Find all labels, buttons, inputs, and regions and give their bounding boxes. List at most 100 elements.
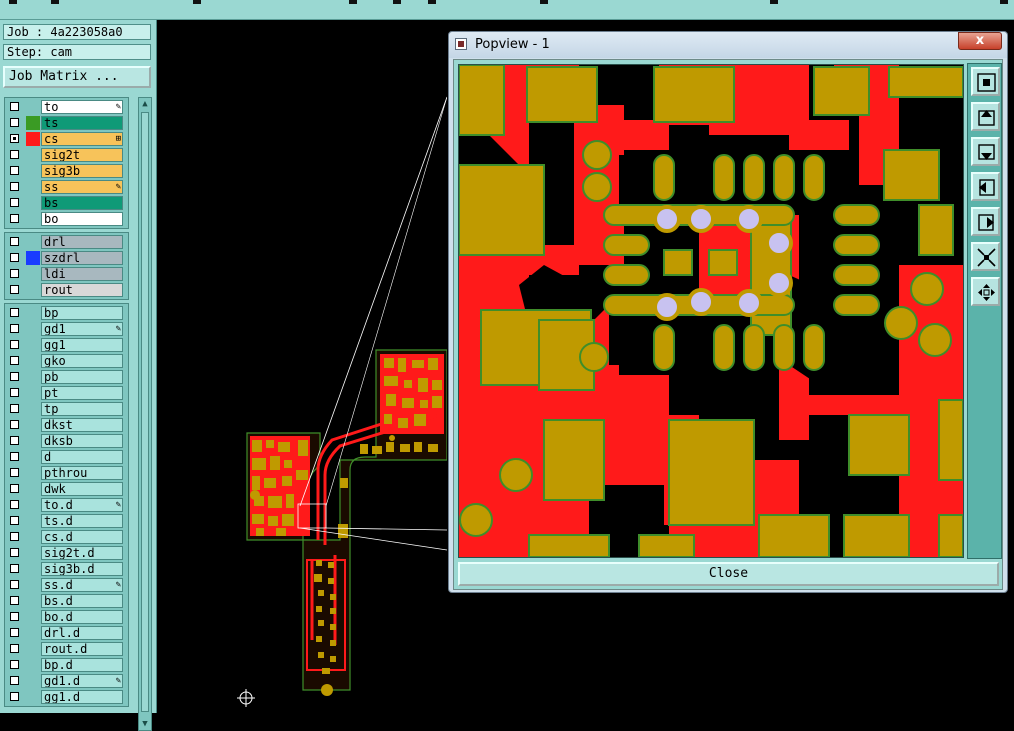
layer-name[interactable]: bp (41, 306, 123, 320)
layer-row[interactable]: to ✎ (5, 99, 128, 115)
layer-visibility-checkbox[interactable] (10, 596, 19, 605)
layer-name[interactable]: ldi (41, 267, 123, 281)
layer-visibility-checkbox[interactable] (10, 166, 19, 175)
layer-name[interactable]: dksb (41, 434, 123, 448)
layer-row[interactable]: bp (5, 305, 128, 321)
layer-row[interactable]: bs (5, 195, 128, 211)
layer-name[interactable]: gd1.d ✎ (41, 674, 123, 688)
pcb-zoomed-canvas[interactable] (459, 65, 963, 557)
layer-visibility-checkbox[interactable] (10, 612, 19, 621)
layer-row[interactable]: to.d ✎ (5, 497, 128, 513)
layer-name[interactable]: cs ⊞ (41, 132, 123, 146)
layer-visibility-checkbox[interactable] (10, 548, 19, 557)
layer-row[interactable]: sig3b (5, 163, 128, 179)
layer-name[interactable]: ts.d (41, 514, 123, 528)
layer-row[interactable]: pthrou (5, 465, 128, 481)
layer-visibility-checkbox[interactable] (10, 150, 19, 159)
window-close-button[interactable]: x (958, 32, 1002, 50)
layer-row[interactable]: ldi (5, 266, 128, 282)
layer-visibility-checkbox[interactable] (10, 253, 19, 262)
layer-name[interactable]: bs.d (41, 594, 123, 608)
layer-row[interactable]: rout (5, 282, 128, 298)
layer-name[interactable]: ss.d ✎ (41, 578, 123, 592)
layer-row[interactable]: drl (5, 234, 128, 250)
layer-row[interactable]: cs.d (5, 529, 128, 545)
layer-row[interactable]: pt (5, 385, 128, 401)
layer-visibility-checkbox[interactable] (10, 198, 19, 207)
layer-name[interactable]: gko (41, 354, 123, 368)
pan-down-button[interactable] (971, 137, 1000, 166)
layer-visibility-checkbox[interactable] (10, 118, 19, 127)
layer-row[interactable]: ss ✎ (5, 179, 128, 195)
layer-visibility-checkbox[interactable] (10, 500, 19, 509)
layer-visibility-checkbox[interactable] (10, 269, 19, 278)
layer-row[interactable]: dksb (5, 433, 128, 449)
layer-visibility-checkbox[interactable] (10, 580, 19, 589)
layer-row[interactable]: sig2t.d (5, 545, 128, 561)
layer-row[interactable]: ss.d ✎ (5, 577, 128, 593)
layer-row[interactable]: dkst (5, 417, 128, 433)
layer-name[interactable]: szdrl (41, 251, 123, 265)
layer-row[interactable]: sig2t (5, 147, 128, 163)
layer-name[interactable]: ts (41, 116, 123, 130)
layer-name[interactable]: gd1 ✎ (41, 322, 123, 336)
layer-visibility-checkbox[interactable] (10, 285, 19, 294)
layer-row[interactable]: drl.d (5, 625, 128, 641)
layer-name[interactable]: bo.d (41, 610, 123, 624)
layer-visibility-checkbox[interactable] (10, 660, 19, 669)
popview-zoomed-view[interactable] (458, 64, 964, 558)
layer-row[interactable]: gg1.d (5, 689, 128, 705)
layer-row[interactable]: gko (5, 353, 128, 369)
layer-visibility-checkbox[interactable] (10, 134, 19, 143)
layer-visibility-checkbox[interactable] (10, 420, 19, 429)
layer-visibility-checkbox[interactable] (10, 237, 19, 246)
layer-color-swatch[interactable] (26, 132, 40, 146)
layer-name[interactable]: bp.d (41, 658, 123, 672)
layer-name[interactable]: dwk (41, 482, 123, 496)
layer-visibility-checkbox[interactable] (10, 532, 19, 541)
layer-visibility-checkbox[interactable] (10, 468, 19, 477)
layer-name[interactable]: rout.d (41, 642, 123, 656)
layer-row[interactable]: ts.d (5, 513, 128, 529)
layer-name[interactable]: bs (41, 196, 123, 210)
layer-name[interactable]: drl (41, 235, 123, 249)
layer-color-swatch[interactable] (26, 116, 40, 130)
layer-name[interactable]: sig2t.d (41, 546, 123, 560)
layer-row[interactable]: dwk (5, 481, 128, 497)
layer-name[interactable]: sig3b.d (41, 562, 123, 576)
layer-visibility-checkbox[interactable] (10, 404, 19, 413)
job-matrix-button[interactable]: Job Matrix ... (3, 66, 151, 88)
layer-visibility-checkbox[interactable] (10, 372, 19, 381)
layer-visibility-checkbox[interactable] (10, 356, 19, 365)
layer-row[interactable]: gd1.d ✎ (5, 673, 128, 689)
scroll-down-icon[interactable]: ▼ (140, 719, 150, 729)
layer-name[interactable]: d (41, 450, 123, 464)
zoom-fit-button[interactable] (971, 67, 1000, 96)
zoom-in-button[interactable] (971, 277, 1000, 306)
layer-row[interactable]: sig3b.d (5, 561, 128, 577)
zoom-out-button[interactable] (971, 242, 1000, 271)
pan-left-button[interactable] (971, 172, 1000, 201)
layer-visibility-checkbox[interactable] (10, 516, 19, 525)
layer-row[interactable]: rout.d (5, 641, 128, 657)
pan-up-button[interactable] (971, 102, 1000, 131)
scroll-thumb[interactable] (141, 112, 149, 712)
layer-row[interactable]: szdrl (5, 250, 128, 266)
layer-name[interactable]: sig2t (41, 148, 123, 162)
layer-row[interactable]: bo (5, 211, 128, 227)
layer-visibility-checkbox[interactable] (10, 102, 19, 111)
layer-row[interactable]: gg1 (5, 337, 128, 353)
layer-row[interactable]: d (5, 449, 128, 465)
layer-name[interactable]: cs.d (41, 530, 123, 544)
layer-name[interactable]: gg1 (41, 338, 123, 352)
layer-visibility-checkbox[interactable] (10, 628, 19, 637)
layer-color-swatch[interactable] (26, 251, 40, 265)
layer-visibility-checkbox[interactable] (10, 214, 19, 223)
layer-name[interactable]: ss ✎ (41, 180, 123, 194)
layer-name[interactable]: pthrou (41, 466, 123, 480)
layer-row[interactable]: tp (5, 401, 128, 417)
layer-visibility-checkbox[interactable] (10, 308, 19, 317)
layer-visibility-checkbox[interactable] (10, 452, 19, 461)
layer-visibility-checkbox[interactable] (10, 644, 19, 653)
layer-name[interactable]: rout (41, 283, 123, 297)
